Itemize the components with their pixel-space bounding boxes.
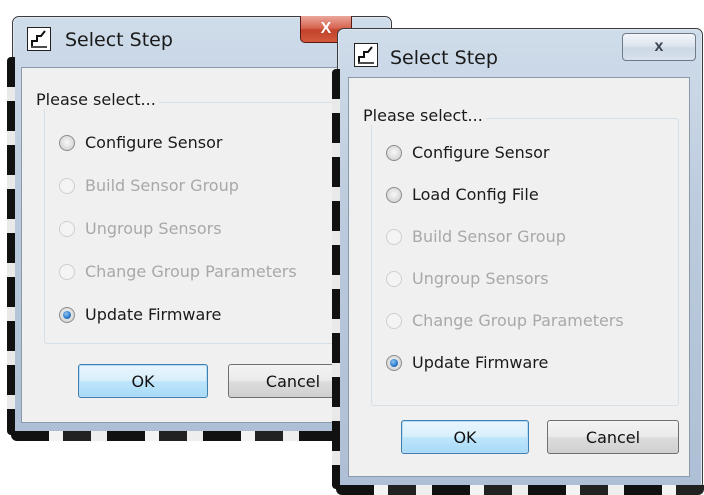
title-bar[interactable]: Select Step x — [338, 29, 702, 69]
option-label: Build Sensor Group — [412, 227, 566, 246]
option-build-sensor-group: Build Sensor Group — [386, 227, 566, 246]
radio-button[interactable] — [59, 134, 75, 151]
step-groupbox: Please select... Configure Sensor Load C… — [360, 106, 679, 406]
radio-button — [59, 263, 75, 280]
option-label: Update Firmware — [412, 353, 549, 372]
radio-button[interactable] — [386, 144, 402, 161]
dialog-body: Please select... Configure Sensor Load C… — [348, 77, 690, 477]
front-select-step-dialog: Select Step x Please select... Configure… — [332, 28, 704, 495]
dialog-body: Please select... Configure Sensor Build … — [21, 67, 371, 423]
option-update-firmware[interactable]: Update Firmware — [386, 353, 548, 372]
group-label: Please select... — [360, 106, 486, 125]
radio-button-selected[interactable] — [386, 354, 402, 371]
radio-button — [386, 312, 402, 329]
step-groupbox: Please select... Configure Sensor Build … — [33, 90, 356, 344]
option-configure-sensor[interactable]: Configure Sensor — [386, 143, 549, 162]
window-edge-decoration — [332, 69, 340, 489]
option-label: Load Config File — [412, 185, 539, 204]
app-icon — [27, 27, 51, 51]
option-label: Build Sensor Group — [85, 176, 239, 195]
option-label: Ungroup Sensors — [412, 269, 549, 288]
app-icon — [354, 43, 378, 67]
window-edge-decoration — [7, 57, 15, 435]
radio-button — [386, 270, 402, 287]
option-change-group-parameters: Change Group Parameters — [59, 262, 297, 281]
group-label: Please select... — [33, 90, 159, 109]
option-load-config-file[interactable]: Load Config File — [386, 185, 539, 204]
option-label: Change Group Parameters — [412, 311, 624, 330]
option-ungroup-sensors: Ungroup Sensors — [59, 219, 222, 238]
window-edge-decoration — [336, 485, 704, 495]
close-icon: X — [320, 20, 332, 37]
cancel-button[interactable]: Cancel — [547, 420, 679, 454]
radio-button — [59, 177, 75, 194]
option-label: Change Group Parameters — [85, 262, 297, 281]
dialog-title: Select Step — [65, 29, 173, 51]
ok-button[interactable]: OK — [78, 364, 208, 398]
option-change-group-parameters: Change Group Parameters — [386, 311, 624, 330]
option-label: Configure Sensor — [85, 133, 223, 152]
radio-button[interactable] — [386, 186, 402, 203]
option-label: Configure Sensor — [412, 143, 550, 162]
radio-button — [386, 228, 402, 245]
ok-button[interactable]: OK — [401, 420, 529, 454]
radio-button — [59, 220, 75, 237]
title-bar[interactable]: Select Step X — [13, 16, 391, 55]
option-ungroup-sensors: Ungroup Sensors — [386, 269, 549, 288]
close-button[interactable]: x — [622, 33, 696, 61]
option-update-firmware[interactable]: Update Firmware — [59, 305, 221, 324]
dialog-title: Select Step — [390, 47, 498, 69]
option-label: Ungroup Sensors — [85, 219, 222, 238]
option-configure-sensor[interactable]: Configure Sensor — [59, 133, 222, 152]
option-label: Update Firmware — [85, 305, 222, 324]
option-build-sensor-group: Build Sensor Group — [59, 176, 239, 195]
close-icon: x — [654, 38, 664, 55]
radio-button-selected[interactable] — [59, 306, 75, 323]
